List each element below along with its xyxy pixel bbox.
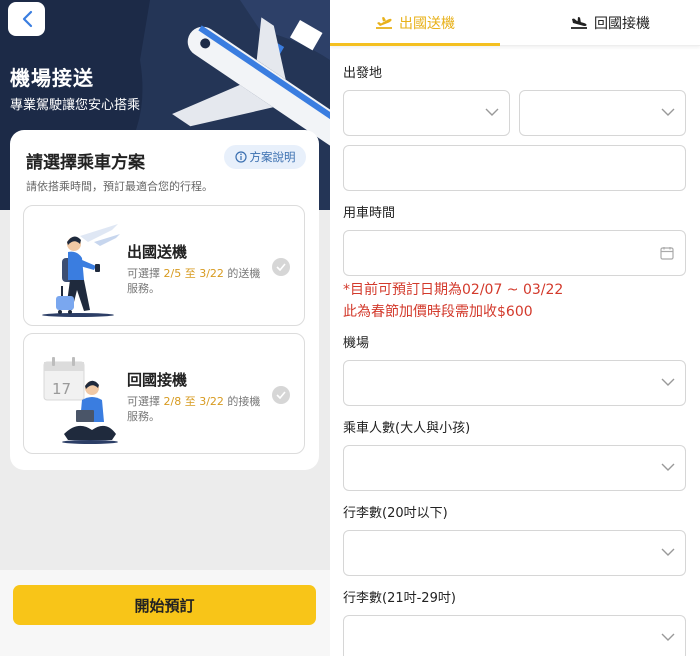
passengers-label: 乘車人數(大人與小孩) [343,421,471,436]
page-subtitle: 專業駕駛讓您安心搭乘 [10,98,141,113]
date-from: 2/8 [163,395,182,408]
origin-district-select[interactable] [519,90,686,136]
origin-address-input[interactable] [343,145,686,191]
plan-help-label: 方案說明 [249,150,296,164]
calendar-day: 17 [52,380,71,398]
trip-tabs: 出國送機 回國接機 [330,0,700,46]
origin-label: 出發地 [343,66,383,81]
plan-card-title: 請選擇乘車方案 [26,153,145,173]
airport-select[interactable] [343,360,686,406]
date-to: 3/22 [199,395,224,408]
chevron-down-icon [485,108,499,116]
luggage-29-label: 行李數(21吋-29吋) [343,591,456,606]
tab-arrival[interactable]: 回國接機 [520,0,700,46]
tab-departure[interactable]: 出國送機 [330,0,500,46]
date-from: 2/5 [163,267,182,280]
traveler-illustration [42,224,120,317]
chevron-down-icon [661,633,675,641]
plan-help-button[interactable]: 方案說明 [224,145,306,169]
plan-option-description: 可選擇 2/5 至 3/22 的送機服務。 [127,267,261,295]
tab-label: 出國送機 [399,16,455,32]
origin-city-select[interactable] [343,90,510,136]
airport-label: 機場 [343,336,370,351]
plan-card-description: 請依搭乘時間，預訂最適合您的行程。 [26,180,213,193]
chevron-down-icon [661,463,675,471]
luggage-20-label: 行李數(20吋以下) [343,506,448,521]
luggage-29-select[interactable] [343,615,686,656]
page-title: 機場接送 [10,66,94,90]
plan-option-title: 出國送機 [127,243,188,261]
chevron-down-icon [661,108,675,116]
plan-option-title: 回國接機 [127,371,188,389]
tab-label: 回國接機 [594,16,650,32]
plane-departure-icon [376,17,392,29]
calendar-icon [660,247,674,260]
info-icon [234,151,247,163]
calendar-traveler-illustration: 17 [43,357,118,444]
booking-form-panel: 出國送機 回國接機 出發地 用車時間 *目前可預訂日期為02/07 ~ 03/2… [330,0,700,656]
date-to: 3/22 [199,267,224,280]
chevron-down-icon [661,548,675,556]
luggage-20-select[interactable] [343,530,686,576]
bottom-action-bar: 開始預訂 [0,570,330,656]
plan-card: 請選擇乘車方案 方案說明 請依搭乘時間，預訂最適合您的行程。 出國送機 可選擇 … [10,130,319,470]
plan-selection-panel: 機場接送 專業駕駛讓您安心搭乘 請選擇乘車方案 方案說明 請依搭乘時間，預訂最適… [0,0,330,656]
time-label: 用車時間 [343,206,396,221]
chevron-down-icon [661,378,675,386]
chevron-left-icon [22,10,32,28]
plan-option-description: 可選擇 2/8 至 3/22 的接機服務。 [127,395,261,423]
date-range-notice: *目前可預訂日期為02/07 ~ 03/22 [343,282,564,298]
start-booking-button[interactable]: 開始預訂 [13,585,316,625]
plan-option-departure[interactable]: 出國送機 可選擇 2/5 至 3/22 的送機服務。 [23,205,305,326]
plan-option-arrival[interactable]: 17 回國接機 可選擇 2/8 至 3/22 的接機服務。 [23,333,305,454]
surcharge-notice: 此為春節加價時段需加收$600 [343,304,533,320]
passengers-select[interactable] [343,445,686,491]
check-icon [272,386,290,404]
plane-arrival-icon [571,17,587,29]
datetime-input[interactable] [343,230,686,276]
check-icon [272,258,290,276]
back-button[interactable] [8,2,45,36]
